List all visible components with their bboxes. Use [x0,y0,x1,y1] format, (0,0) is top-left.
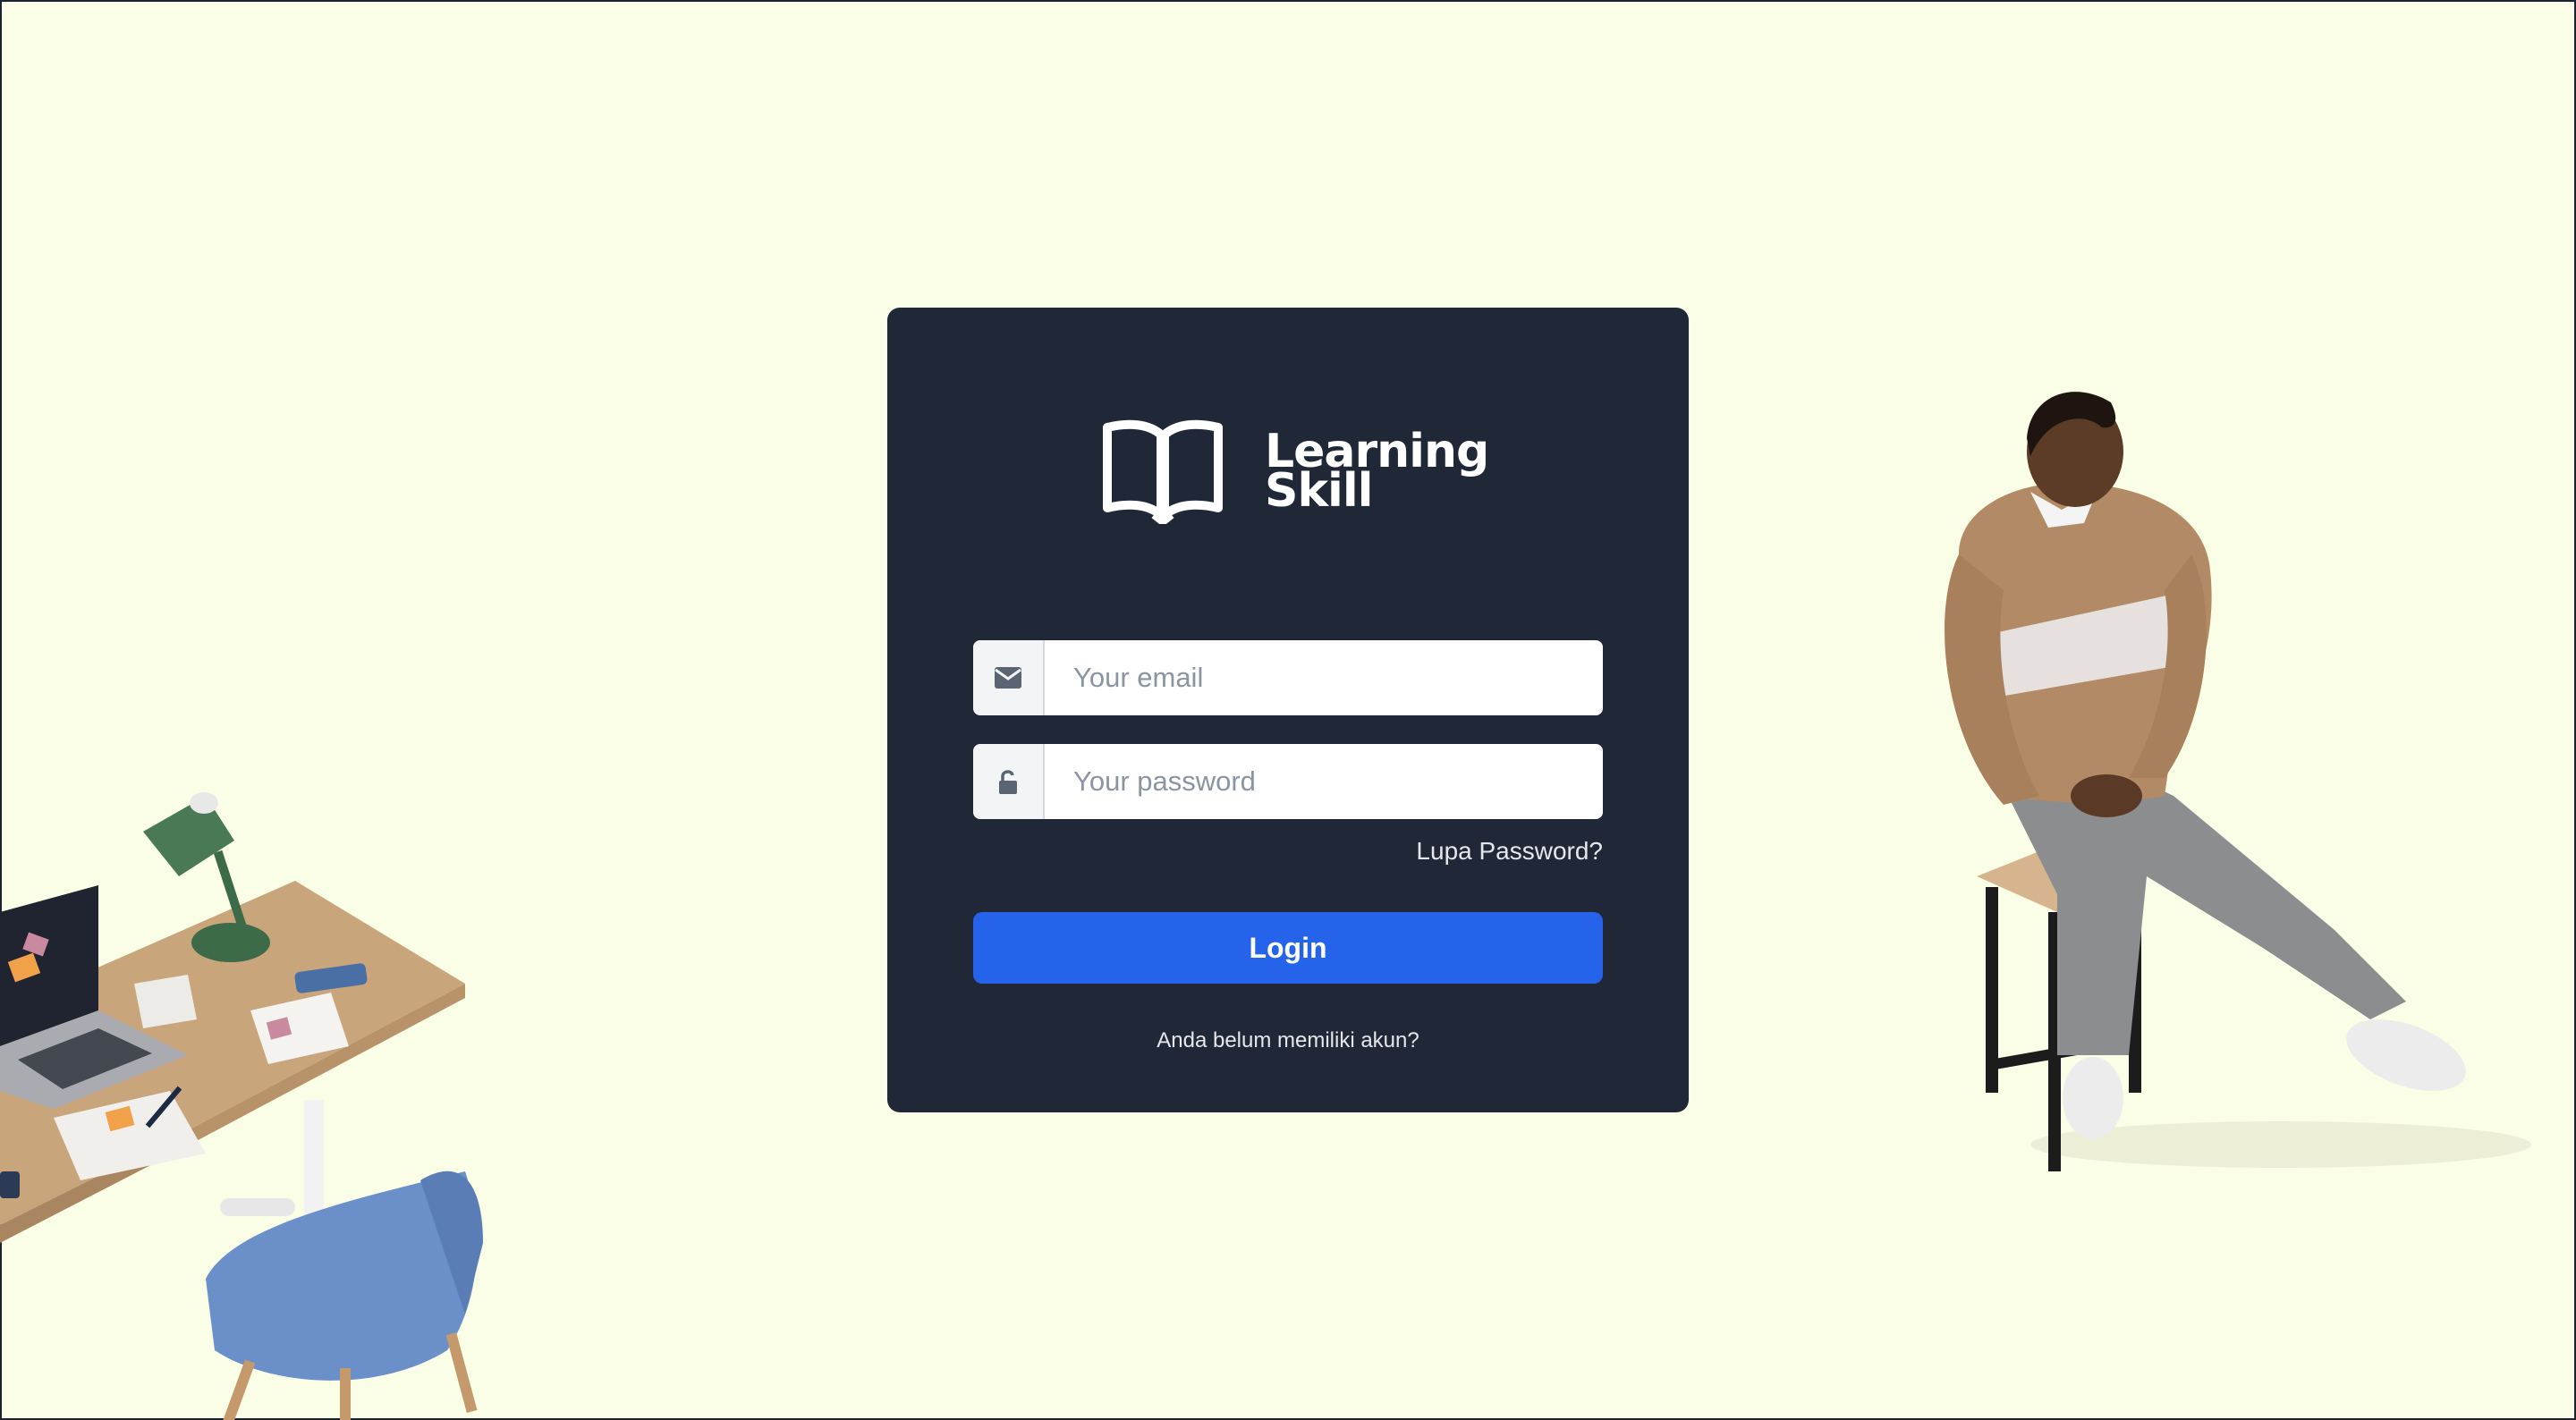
unlock-icon [999,770,1017,794]
register-link[interactable]: Anda belum memiliki akun? [887,1028,1689,1053]
envelope-icon [995,667,1021,689]
forgot-password-link[interactable]: Lupa Password? [1416,837,1603,866]
email-input[interactable] [1045,640,1603,715]
brand-logo: Learning Skill [1102,418,1489,524]
brand-name: Learning Skill [1265,428,1489,514]
password-field-group [973,744,1603,819]
password-input[interactable] [1045,744,1603,819]
email-field-group [973,640,1603,715]
login-button[interactable]: Login [973,912,1603,984]
email-addon [973,640,1045,715]
person-illustration [1945,392,2531,1171]
desk-illustration [0,792,483,1420]
login-card: Learning Skill Lupa Password? Login Anda… [887,308,1689,1112]
password-addon [973,744,1045,819]
open-book-icon [1103,419,1223,524]
